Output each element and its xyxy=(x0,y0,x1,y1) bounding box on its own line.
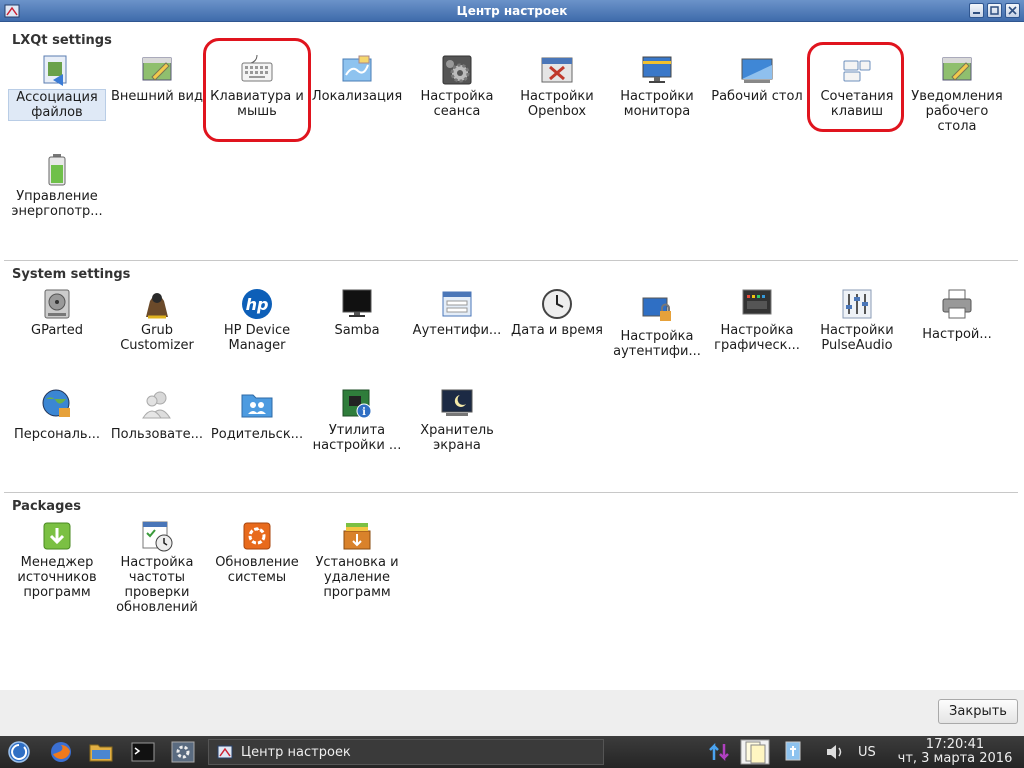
printer-icon xyxy=(942,289,972,319)
window-title: Центр настроек xyxy=(456,3,568,18)
file-association-icon xyxy=(43,55,67,86)
maximize-icon xyxy=(990,6,999,15)
graphics-icon xyxy=(742,289,772,315)
circuit-board-icon: i xyxy=(342,389,372,419)
clock[interactable]: 17:20:41 чт, 3 марта 2016 xyxy=(892,738,1018,766)
item-session[interactable]: Настройка сеанса xyxy=(408,53,506,119)
login-form-icon xyxy=(442,291,472,317)
desktop-icon xyxy=(741,58,773,83)
highlight-shortcut-keys xyxy=(807,42,904,132)
item-software-sources[interactable]: Менеджер источников программ xyxy=(8,519,106,600)
item-power-management[interactable]: Управление энергопотр... xyxy=(8,153,106,219)
locale-map-icon xyxy=(342,55,372,82)
start-menu-icon[interactable] xyxy=(6,740,32,764)
firefox-icon[interactable] xyxy=(48,740,74,764)
section-packages: Packages Менеджер источников программ На… xyxy=(4,492,1018,692)
taskbar: Центр настроек US 17:20:41 чт, 3 марта 2… xyxy=(0,736,1024,768)
samba-monitor-icon xyxy=(342,289,372,317)
svg-text:i: i xyxy=(362,407,366,418)
item-update-frequency[interactable]: Настройка частоты проверки обновлений xyxy=(108,519,206,615)
item-authentication[interactable]: Аутентифи... xyxy=(408,287,506,338)
volume-icon[interactable] xyxy=(822,740,846,764)
network-updown-icon[interactable] xyxy=(706,740,732,764)
item-parental-control[interactable]: Родительск... xyxy=(208,387,306,442)
item-graphics-settings[interactable]: Настройка графическ... xyxy=(708,287,806,353)
clock-time: 17:20:41 xyxy=(925,737,985,752)
appearance-icon xyxy=(142,57,172,81)
notifications-icon xyxy=(942,57,972,81)
package-box-icon xyxy=(343,523,371,550)
terminal-icon[interactable] xyxy=(130,740,156,764)
section-title: Packages xyxy=(12,499,81,514)
hp-logo-icon: hp xyxy=(242,289,272,319)
maximize-button[interactable] xyxy=(987,3,1002,18)
minimize-button[interactable] xyxy=(969,3,984,18)
settings-content: LXQt settings Ассоциация файлов Внешний … xyxy=(0,22,1024,690)
close-icon xyxy=(1008,6,1017,15)
item-samba[interactable]: Samba xyxy=(308,287,406,338)
download-icon xyxy=(43,522,71,550)
disk-icon xyxy=(44,289,70,319)
settings-launcher-icon[interactable] xyxy=(170,740,196,764)
users-icon xyxy=(142,391,171,419)
openbox-icon xyxy=(541,57,573,83)
item-pulseaudio[interactable]: Настройки PulseAudio xyxy=(808,287,906,353)
dialog-button-bar: Закрыть xyxy=(0,690,1024,736)
item-users[interactable]: Пользовате... xyxy=(108,387,206,442)
monitor-icon xyxy=(642,56,672,83)
session-gear-icon xyxy=(442,55,472,85)
file-manager-icon[interactable] xyxy=(88,740,114,764)
auth-lock-icon xyxy=(642,297,671,321)
section-system-settings: System settings GParted Grub Customizer … xyxy=(4,260,1018,490)
item-openbox[interactable]: Настройки Openbox xyxy=(508,53,606,119)
item-desktop-notifications[interactable]: Уведомления рабочего стола xyxy=(908,53,1006,134)
battery-icon xyxy=(48,154,66,186)
clock-icon xyxy=(542,289,572,319)
personal-globe-icon xyxy=(42,389,70,417)
item-monitor[interactable]: Настройки монитора xyxy=(608,53,706,119)
keyboard-layout-indicator[interactable]: US xyxy=(858,745,876,760)
gnu-icon xyxy=(146,293,168,319)
item-config-utility[interactable]: i Утилита настройки ... xyxy=(308,387,406,453)
parental-folder-icon xyxy=(241,394,273,418)
system-update-icon xyxy=(243,522,271,550)
item-desktop[interactable]: Рабочий стол xyxy=(708,53,806,104)
close-dialog-button[interactable]: Закрыть xyxy=(938,699,1018,724)
equalizer-icon xyxy=(842,289,872,319)
window-titlebar[interactable]: Центр настроек xyxy=(0,0,1024,22)
close-button[interactable] xyxy=(1005,3,1020,18)
screensaver-icon xyxy=(441,389,473,416)
item-grub-customizer[interactable]: Grub Customizer xyxy=(108,287,206,353)
minimize-icon xyxy=(973,12,980,14)
item-personal[interactable]: Персональ... xyxy=(8,387,106,442)
item-file-association[interactable]: Ассоциация файлов xyxy=(8,53,106,121)
update-schedule-icon xyxy=(142,521,173,552)
item-localization[interactable]: Локализация xyxy=(308,53,406,104)
item-appearance[interactable]: Внешний вид xyxy=(108,53,206,104)
task-label: Центр настроек xyxy=(241,744,351,760)
taskbar-task-settings-center[interactable]: Центр настроек xyxy=(208,739,604,765)
svg-text:hp: hp xyxy=(246,295,269,314)
item-gparted[interactable]: GParted xyxy=(8,287,106,338)
item-hp-device-manager[interactable]: hp HP Device Manager xyxy=(208,287,306,353)
highlight-keyboard-mouse xyxy=(203,38,311,142)
usb-drive-icon[interactable] xyxy=(780,740,806,764)
item-install-remove[interactable]: Установка и удаление программ xyxy=(308,519,406,600)
clipboard-icon[interactable] xyxy=(740,739,770,765)
settings-center-icon xyxy=(4,4,20,18)
item-system-update[interactable]: Обновление системы xyxy=(208,519,306,585)
item-auth-settings[interactable]: Настройка аутентифи... xyxy=(608,287,706,359)
section-title: LXQt settings xyxy=(12,33,112,48)
settings-center-icon xyxy=(217,745,233,759)
item-date-time[interactable]: Дата и время xyxy=(508,287,606,338)
item-screensaver[interactable]: Хранитель экрана xyxy=(408,387,506,453)
clock-date: чт, 3 марта 2016 xyxy=(897,751,1013,766)
item-printer[interactable]: Настрой... xyxy=(908,287,1006,342)
section-title: System settings xyxy=(12,267,131,282)
